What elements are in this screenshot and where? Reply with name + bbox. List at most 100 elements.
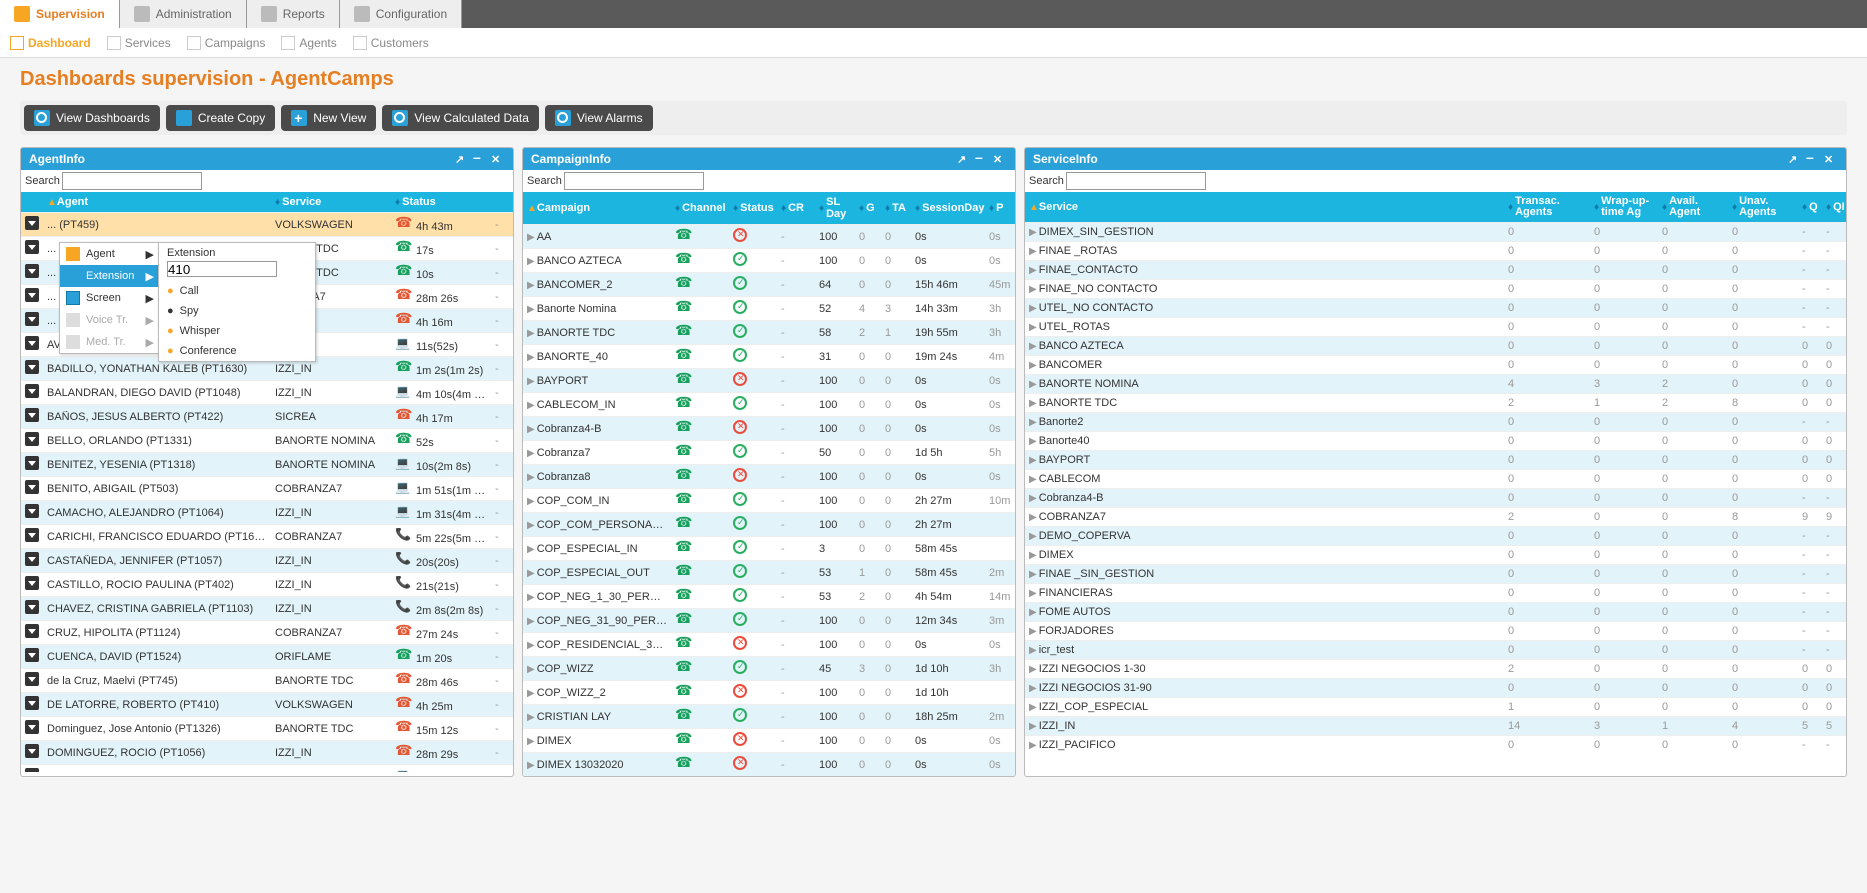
expand-icon[interactable] (527, 472, 535, 483)
agent-row[interactable]: CASTAÑEDA, JENNIFER (PT1057)IZZI_IN 20s(… (21, 548, 513, 572)
expand-icon[interactable] (527, 544, 535, 555)
minimize-icon[interactable] (975, 152, 989, 166)
expand-icon[interactable] (1029, 227, 1037, 238)
service-row[interactable]: IZZI_PACIFICO0000-- (1025, 735, 1846, 754)
expand-icon[interactable] (527, 640, 535, 651)
agent-row[interactable]: de la Cruz, Maelvi (PT745)BANORTE TDC 28… (21, 668, 513, 692)
subnav-agents[interactable]: Agents (281, 36, 336, 50)
row-menu-icon[interactable] (25, 240, 39, 254)
row-menu-icon[interactable] (25, 696, 39, 710)
tab-reports[interactable]: Reports (247, 0, 340, 28)
row-menu-icon[interactable] (25, 600, 39, 614)
expand-icon[interactable] (1029, 740, 1037, 751)
expand-icon[interactable] (1029, 607, 1037, 618)
agent-row[interactable]: DE LATORRE, ROBERTO (PT410)VOLKSWAGEN 4h… (21, 692, 513, 716)
campaign-row[interactable]: CABLECOM_IN-100000s0s (523, 392, 1015, 416)
expand-icon[interactable] (1029, 702, 1037, 713)
agent-row[interactable]: BALANDRAN, DIEGO DAVID (PT1048)IZZI_IN 4… (21, 380, 513, 404)
service-row[interactable]: FINAE _SIN_GESTION0000-- (1025, 564, 1846, 583)
expand-icon[interactable] (527, 352, 535, 363)
campaign-row[interactable]: Cobranza7-50001d 5h5h (523, 440, 1015, 464)
row-menu-icon[interactable] (25, 672, 39, 686)
tab-administration[interactable]: Administration (120, 0, 247, 28)
row-menu-icon[interactable] (25, 408, 39, 422)
expand-icon[interactable] (1029, 531, 1037, 542)
col-p[interactable]: ♦P (985, 196, 1015, 220)
tab-supervision[interactable]: Supervision (0, 0, 120, 28)
col-avail-agent[interactable]: ♦Avail. Agent (1658, 196, 1702, 218)
expand-icon[interactable] (527, 232, 535, 243)
campaign-row[interactable]: COP_WIZZ_2-100001d 10h (523, 680, 1015, 704)
subnav-dashboard[interactable]: Dashboard (10, 36, 91, 50)
campaign-row[interactable]: CRISTIAN LAY-1000018h 25m2m (523, 704, 1015, 728)
create-copy-button[interactable]: Create Copy (166, 105, 275, 131)
submenu-item-spy[interactable]: ●Spy (159, 301, 315, 321)
minimize-icon[interactable] (1806, 152, 1820, 166)
expand-icon[interactable] (527, 568, 535, 579)
col-qi[interactable]: ♦QI (1822, 196, 1846, 218)
expand-icon[interactable] (527, 376, 535, 387)
service-row[interactable]: DIMEX_SIN_GESTION0000-- (1025, 222, 1846, 241)
campaign-row[interactable]: BANORTE TDC-582119h 55m3h (523, 320, 1015, 344)
campaign-row[interactable]: Banorte Nomina-524314h 33m3h (523, 296, 1015, 320)
col-service[interactable]: ♦Service (271, 196, 391, 208)
service-row[interactable]: BANCO AZTECA000000 (1025, 336, 1846, 355)
expand-icon[interactable] (1029, 303, 1037, 314)
agent-row[interactable]: CARICHI, FRANCISCO EDUARDO (PT1616)COBRA… (21, 524, 513, 548)
menu-item-extension[interactable]: Extension▶ (60, 265, 158, 287)
expand-icon[interactable] (527, 736, 535, 747)
campaign-row[interactable]: Cobranza8-100000s0s (523, 464, 1015, 488)
extension-input[interactable] (167, 261, 277, 277)
campaign-row[interactable]: COP_COM_PERSONALIZADA-100002h 27m (523, 512, 1015, 536)
tab-configuration[interactable]: Configuration (340, 0, 462, 28)
service-row[interactable]: Banorte20000-- (1025, 412, 1846, 431)
agent-row[interactable]: CUENCA, DAVID (PT1524)ORIFLAME 1m 20s- (21, 644, 513, 668)
service-row[interactable]: Banorte40000000 (1025, 431, 1846, 450)
expand-icon[interactable] (527, 400, 535, 411)
row-menu-icon[interactable] (25, 432, 39, 446)
settings-icon[interactable] (957, 152, 971, 166)
expand-icon[interactable] (1029, 512, 1037, 523)
service-row[interactable]: IZZI_IN1431455 (1025, 716, 1846, 735)
agent-row[interactable]: BENITO, ABIGAIL (PT503)COBRANZA7 1m 51s(… (21, 476, 513, 500)
service-row[interactable]: FINAE_NO CONTACTO0000-- (1025, 279, 1846, 298)
expand-icon[interactable] (1029, 284, 1037, 295)
service-row[interactable]: icr_test0000-- (1025, 640, 1846, 659)
expand-icon[interactable] (527, 304, 535, 315)
row-menu-icon[interactable] (25, 480, 39, 494)
col-service[interactable]: ▲Service (1025, 196, 1504, 218)
agent-row[interactable]: BAÑOS, JESUS ALBERTO (PT422)SICREA 4h 17… (21, 404, 513, 428)
view-alarms-button[interactable]: View Alarms (545, 105, 653, 131)
row-menu-icon[interactable] (25, 720, 39, 734)
expand-icon[interactable] (527, 760, 535, 771)
submenu-item-conference[interactable]: ●Conference (159, 341, 315, 361)
expand-icon[interactable] (1029, 721, 1037, 732)
campaign-row[interactable]: COP_COM_IN-100002h 27m10m (523, 488, 1015, 512)
expand-icon[interactable] (1029, 265, 1037, 276)
campaign-row[interactable]: DIMEX 13032020-100000s0s (523, 752, 1015, 776)
service-row[interactable]: DIMEX0000-- (1025, 545, 1846, 564)
expand-icon[interactable] (1029, 246, 1037, 257)
expand-icon[interactable] (1029, 474, 1037, 485)
col-unav-agents[interactable]: ♦Unav. Agents (1728, 196, 1778, 218)
expand-icon[interactable] (1029, 569, 1037, 580)
campaign-row[interactable]: Cobranza4-B-100000s0s (523, 416, 1015, 440)
service-row[interactable]: BANORTE NOMINA432000 (1025, 374, 1846, 393)
campaign-row[interactable]: COP_NEG_31_90_PERSONALIZADA-1000012m 34s… (523, 608, 1015, 632)
search-input[interactable] (62, 172, 202, 190)
agent-row[interactable]: CAMACHO, ALEJANDRO (PT1064)IZZI_IN 1m 31… (21, 500, 513, 524)
minimize-icon[interactable] (473, 152, 487, 166)
row-menu-icon[interactable] (25, 216, 39, 230)
campaign-row[interactable]: BAYPORT-100000s0s (523, 368, 1015, 392)
service-row[interactable]: FORJADORES0000-- (1025, 621, 1846, 640)
col-transac-agents[interactable]: ♦Transac. Agents (1504, 196, 1560, 218)
col-slday[interactable]: ♦SL Day (815, 196, 855, 220)
service-row[interactable]: CABLECOM000000 (1025, 469, 1846, 488)
agent-row[interactable]: ESPINDOLA, ROSA KRYSTAL (PT758)BANORTE T… (21, 764, 513, 772)
expand-icon[interactable] (1029, 683, 1037, 694)
expand-icon[interactable] (527, 592, 535, 603)
col-g[interactable]: ♦G (855, 196, 881, 220)
expand-icon[interactable] (1029, 626, 1037, 637)
agent-row[interactable]: Dominguez, Jose Antonio (PT1326)BANORTE … (21, 716, 513, 740)
row-menu-icon[interactable] (25, 288, 39, 302)
